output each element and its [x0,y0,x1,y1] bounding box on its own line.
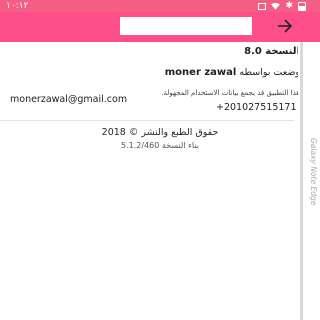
copyright-text: حقوق الطبع والنشر © 2018 [101,127,219,138]
arrow-right-icon[interactable] [276,16,294,36]
made-by-prefix: وضعت بواسطه [239,67,300,78]
toolbar-title [120,17,252,35]
author-name: moner zawal [164,67,237,78]
wifi-icon [271,2,281,10]
made-by-line: وضعت بواسطه moner zawal [165,67,300,78]
edge-handle[interactable] [300,42,303,320]
device-edge-label: Galaxy Note Edge [309,138,318,206]
image-icon [258,2,267,10]
divider [0,120,294,121]
status-bar-right: ✱ [258,0,306,12]
status-bar: ١٠:١٢ ✱ [0,0,320,12]
phone-link[interactable]: +201027515171 [216,102,297,113]
privacy-note: هذا التطبيق قد يجمع بيانات الاستخدام الم… [161,89,300,97]
battery-icon [298,1,306,11]
email-link[interactable]: monerzawal@gmail.com [10,94,127,105]
version-label: النسخة 8.0 [244,46,300,57]
build-version: بناء النسخة 5.1.2/460 [121,141,199,150]
toolbar [0,12,320,42]
bluetooth-icon: ✱ [285,1,293,11]
clock: ١٠:١٢ [6,1,29,11]
status-bar-left: ١٠:١٢ [6,0,28,12]
about-screen: ١٠:١٢ ✱ النسخة 8.0 وضعت بواسطه moner zaw… [0,0,320,320]
